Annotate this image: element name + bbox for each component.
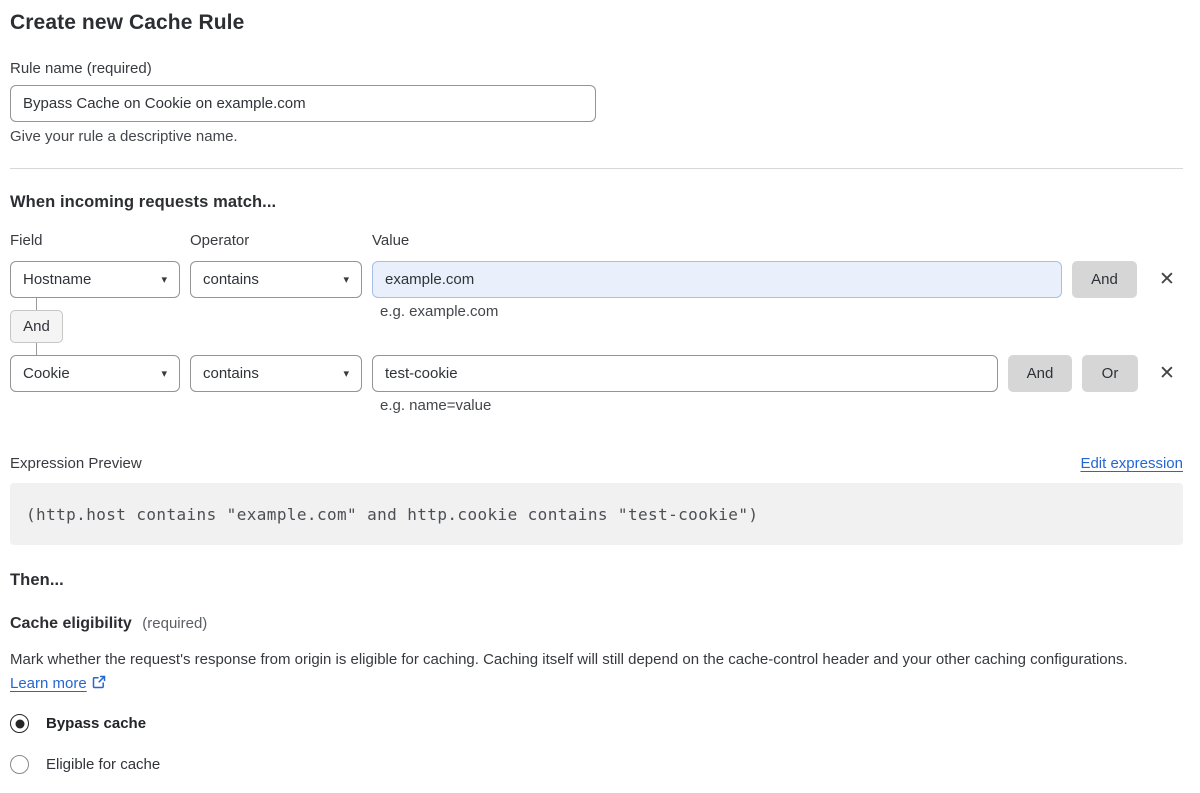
- remove-condition-button-row1[interactable]: ✕: [1154, 261, 1180, 298]
- add-and-condition-button-row2[interactable]: And: [1008, 355, 1072, 392]
- radio-selected-icon[interactable]: [10, 714, 29, 733]
- operator-select-row1[interactable]: contains ▾: [190, 261, 362, 298]
- required-note: (required): [142, 615, 208, 632]
- radio-option-bypass-cache[interactable]: Bypass cache: [10, 714, 1183, 733]
- connector-line-top: [36, 298, 37, 310]
- field-select-row2-value: Cookie: [23, 365, 70, 382]
- description-text: Mark whether the request's response from…: [10, 651, 1128, 668]
- match-heading: When incoming requests match...: [10, 193, 277, 211]
- bypass-cache-label: Bypass cache: [46, 715, 147, 732]
- rule-name-label: Rule name (required): [10, 60, 152, 77]
- cache-eligibility-heading: Cache eligibility: [10, 615, 132, 632]
- operator-select-row1-value: contains: [203, 271, 259, 288]
- radio-option-eligible-for-cache[interactable]: Eligible for cache: [10, 755, 1183, 774]
- operator-select-row2-value: contains: [203, 365, 259, 382]
- cache-eligibility-description: Mark whether the request's response from…: [10, 648, 1170, 696]
- close-icon: ✕: [1159, 268, 1175, 290]
- create-cache-rule-form: Create new Cache Rule Rule name (require…: [0, 10, 1200, 774]
- value-input-row2[interactable]: [372, 355, 998, 392]
- field-column-label: Field: [10, 232, 43, 249]
- rule-name-input[interactable]: [10, 85, 596, 122]
- expression-preview-code-block: (http.host contains "example.com" and ht…: [10, 483, 1183, 545]
- expression-code-text: (http.host contains "example.com" and ht…: [26, 504, 759, 524]
- add-and-condition-button-row1[interactable]: And: [1072, 261, 1137, 298]
- field-select-row1-value: Hostname: [23, 271, 92, 288]
- value-column-label: Value: [372, 232, 410, 249]
- page-title: Create new Cache Rule: [10, 11, 245, 34]
- edit-expression-link[interactable]: Edit expression: [1080, 455, 1183, 472]
- value-hint-row2: e.g. name=value: [380, 397, 492, 414]
- operator-column-label: Operator: [190, 232, 250, 249]
- external-link-icon[interactable]: [91, 674, 107, 690]
- cache-eligibility-heading-row: Cache eligibility (required): [10, 614, 1183, 634]
- chevron-down-icon: ▾: [161, 367, 167, 380]
- eligible-for-cache-label: Eligible for cache: [46, 756, 161, 773]
- chevron-down-icon: ▾: [343, 273, 349, 286]
- remove-condition-button-row2[interactable]: ✕: [1154, 355, 1180, 392]
- then-heading: Then...: [10, 571, 64, 589]
- chevron-down-icon: ▾: [343, 367, 349, 380]
- section-divider: [10, 168, 1183, 169]
- and-connector-button[interactable]: And: [10, 310, 63, 343]
- field-select-row1[interactable]: Hostname ▾: [10, 261, 180, 298]
- rule-name-help: Give your rule a descriptive name.: [10, 128, 238, 145]
- connector-line-bottom: [36, 343, 37, 355]
- radio-unselected-icon[interactable]: [10, 755, 29, 774]
- value-input-row1[interactable]: [372, 261, 1062, 298]
- value-hint-row1: e.g. example.com: [380, 303, 499, 320]
- field-select-row2[interactable]: Cookie ▾: [10, 355, 180, 392]
- chevron-down-icon: ▾: [161, 273, 167, 286]
- add-or-condition-button-row2[interactable]: Or: [1082, 355, 1138, 392]
- expression-builder: Field Operator Value Hostname ▾ contains…: [10, 232, 1183, 418]
- close-icon: ✕: [1159, 362, 1175, 384]
- learn-more-link[interactable]: Learn more: [10, 675, 87, 692]
- operator-select-row2[interactable]: contains ▾: [190, 355, 362, 392]
- expression-preview-label: Expression Preview: [10, 455, 142, 472]
